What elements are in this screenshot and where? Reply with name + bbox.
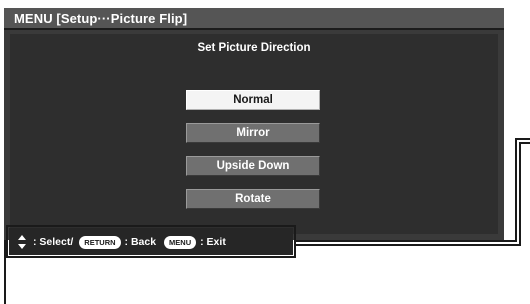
- option-rotate[interactable]: Rotate: [186, 189, 320, 209]
- option-mirror[interactable]: Mirror: [186, 123, 320, 143]
- option-normal[interactable]: Normal: [186, 90, 320, 110]
- callout-line: [296, 244, 520, 246]
- exit-hint: : Exit: [200, 236, 226, 248]
- callout-line: [519, 142, 521, 246]
- title-bar: MENU [Setup···Picture Flip]: [4, 8, 504, 30]
- menu-key-badge: MENU: [164, 235, 197, 249]
- select-hint: : Select/: [33, 236, 74, 248]
- callout-line: [519, 142, 530, 144]
- return-key-badge: RETURN: [79, 235, 121, 249]
- callout-line: [515, 138, 530, 140]
- picture-direction-panel: Set Picture Direction Normal Mirror Upsi…: [10, 34, 498, 234]
- panel-heading: Set Picture Direction: [197, 42, 311, 54]
- callout-line: [296, 240, 516, 242]
- menu-title: MENU [Setup···Picture Flip]: [14, 11, 188, 26]
- menu-screen: MENU [Setup···Picture Flip] Set Picture …: [4, 8, 504, 240]
- navigation-bar: : Select/ RETURN : Back MENU : Exit: [9, 228, 293, 255]
- option-upside-down[interactable]: Upside Down: [186, 156, 320, 176]
- back-hint: : Back: [124, 236, 157, 248]
- callout-line: [515, 138, 517, 242]
- navigation-hints: : Select/ RETURN : Back MENU : Exit: [17, 234, 226, 250]
- up-down-arrows-icon: [17, 234, 27, 250]
